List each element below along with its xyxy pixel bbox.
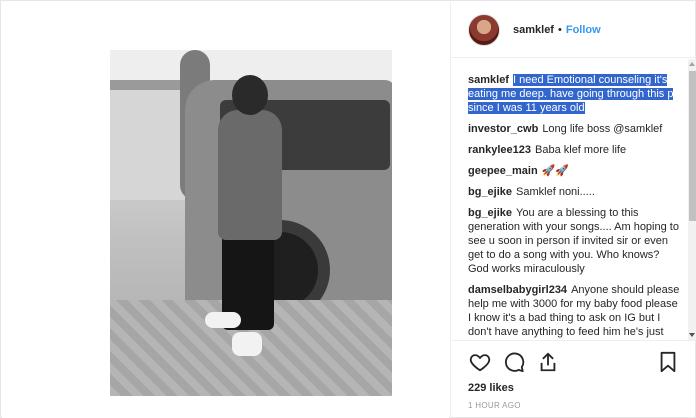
comment-text: Long life boss @samklef [542,123,663,135]
likes-count[interactable]: 229 likes [468,382,680,394]
avatar[interactable] [468,13,500,46]
comment-icon[interactable] [502,350,526,374]
comment-username[interactable]: geepee_main [468,165,538,177]
list-item: geepee_main 🚀🚀 [468,164,680,178]
photo-shoe [205,312,241,328]
list-item: investor_cwb Long life boss @samklef [468,122,680,136]
list-item: bg_ejike You are a blessing to this gener… [468,206,680,276]
comments-list: samklef I need Emotional counseling it's … [451,59,689,340]
scroll-up-icon[interactable] [689,62,695,66]
separator-dot: • [557,23,562,36]
author-username[interactable]: samklef [513,24,554,36]
comment-text: 🚀🚀 [541,165,570,177]
caption-username[interactable]: samklef [468,74,509,86]
comment-username[interactable]: bg_ejike [468,186,512,198]
action-row [468,349,680,375]
post-sidebar: samklef • Follow samklef I need Emotional… [450,2,696,418]
photo-person-head [232,75,268,115]
comment-text: Baba klef more life [535,144,627,156]
post-modal: samklef • Follow samklef I need Emotional… [0,0,696,418]
scroll-down-icon[interactable] [689,333,695,337]
photo-shoe [232,332,262,356]
comment-username[interactable]: rankylee123 [468,144,531,156]
comment-username[interactable]: bg_ejike [468,207,512,219]
heart-icon[interactable] [468,350,492,374]
caption: samklef I need Emotional counseling it's … [468,73,680,115]
follow-button[interactable]: Follow [566,24,601,36]
post-actions: 229 likes 1 HOUR AGO [451,340,696,418]
scrollbar-thumb[interactable] [689,71,696,221]
post-photo[interactable] [110,50,392,396]
share-icon[interactable] [536,350,560,374]
list-item: bg_ejike Samklef noni..... [468,185,680,199]
media-area [2,2,449,418]
bookmark-icon[interactable] [656,350,680,374]
list-item: damselbabygirl234 Anyone should please he… [468,283,680,340]
post-timestamp[interactable]: 1 HOUR AGO [468,401,680,410]
comments-scrollbar[interactable] [688,59,696,340]
post-header: samklef • Follow [451,2,696,58]
photo-person-body [218,110,282,240]
comment-username[interactable]: investor_cwb [468,123,538,135]
list-item: rankylee123 Baba klef more life [468,143,680,157]
comment-text: Samklef noni..... [516,186,595,198]
comment-username[interactable]: damselbabygirl234 [468,284,567,296]
